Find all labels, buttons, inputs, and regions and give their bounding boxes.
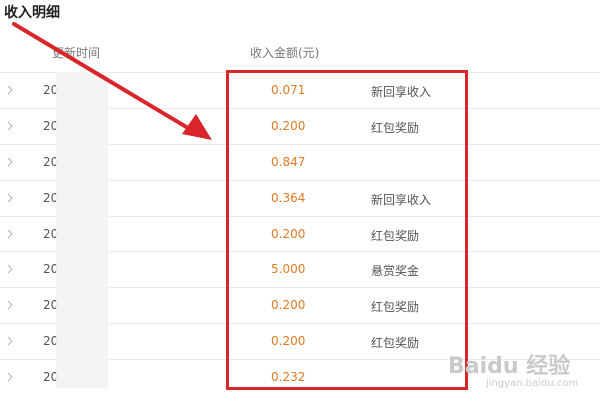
annotation-arrow: [12, 22, 212, 140]
watermark-logo: Baidu 经验: [448, 354, 571, 379]
watermark-url: jingyan.baidu.com: [486, 378, 579, 389]
baidu-watermark: Baidu 经验 jingyan.baidu.com: [448, 348, 594, 396]
